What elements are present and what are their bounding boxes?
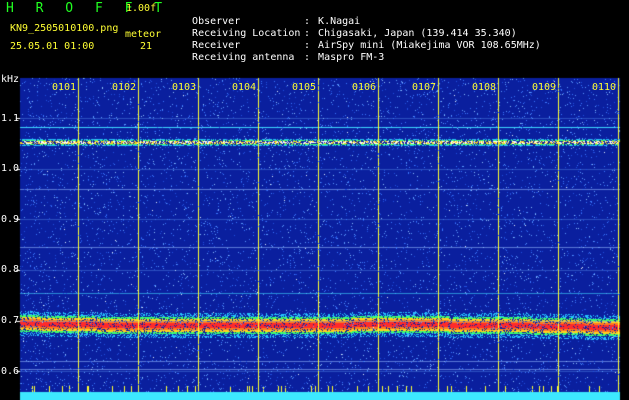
y-axis-unit: kHz [1,74,20,85]
x-tick-label: 0103 [172,82,197,93]
info-value: Maspro FM-3 [318,52,385,63]
date-time: 25.05.01 01:00 [10,41,95,52]
x-tick-label: 0105 [292,82,317,93]
y-tick-label: 0.8 [1,264,20,276]
x-tick-label: 0107 [412,82,437,93]
x-tick-label: 0108 [472,82,497,93]
x-tick-label: 0102 [112,82,137,93]
x-tick-label: 0110 [592,82,617,93]
file-name: KN9_2505010100.png [10,23,119,34]
meteor-count: 21 [140,41,153,52]
app-version: 1.00f [126,3,157,14]
y-tick-label: 0.7 [1,315,20,327]
y-tick-label: 1.1 [1,112,20,124]
y-tick-label: 1.0 [1,163,20,175]
info-label: Receiving antenna [192,52,295,63]
x-tick-label: 0101 [52,82,77,93]
y-tick-label: 0.6 [1,365,20,377]
meteor-label: meteor [125,29,162,40]
x-tick-label: 0109 [532,82,557,93]
y-tick-label: 0.9 [1,213,20,225]
x-tick-label: 0104 [232,82,257,93]
x-tick-label: 0106 [352,82,377,93]
info-antenna: Receiving antenna: Maspro FM-3 [192,52,385,63]
